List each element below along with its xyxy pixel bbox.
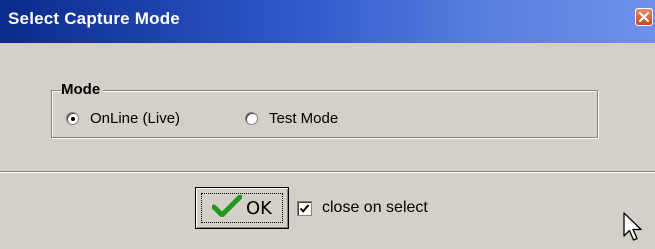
close-button[interactable] [635, 8, 653, 26]
radio-selected-dot [70, 116, 75, 121]
footer-separator [0, 171, 655, 173]
radio-test-mode[interactable]: Test Mode [245, 110, 338, 127]
ok-button[interactable]: OK [195, 187, 289, 229]
select-capture-mode-dialog: Select Capture Mode Mode OnLine (Live) T… [0, 0, 655, 244]
mode-group-label: Mode [61, 81, 104, 98]
radio-online-live-label[interactable]: OnLine (Live) [90, 110, 180, 127]
radio-test-mode-indicator[interactable] [245, 112, 258, 125]
radio-online-live-indicator[interactable] [66, 112, 79, 125]
radio-online-live[interactable]: OnLine (Live) [66, 110, 180, 127]
close-on-select-checkbox-row[interactable]: close on select [297, 199, 428, 217]
title-bar[interactable]: Select Capture Mode [0, 0, 655, 43]
window-title: Select Capture Mode [8, 9, 180, 28]
mouse-cursor-icon [623, 212, 645, 249]
checkmark-icon [211, 194, 243, 222]
close-on-select-checkbox[interactable] [297, 200, 312, 216]
close-icon [638, 11, 650, 23]
checkbox-check-icon [299, 203, 310, 213]
close-on-select-label[interactable]: close on select [322, 199, 428, 217]
ok-button-label: OK [246, 197, 272, 219]
radio-test-mode-label[interactable]: Test Mode [269, 110, 338, 127]
